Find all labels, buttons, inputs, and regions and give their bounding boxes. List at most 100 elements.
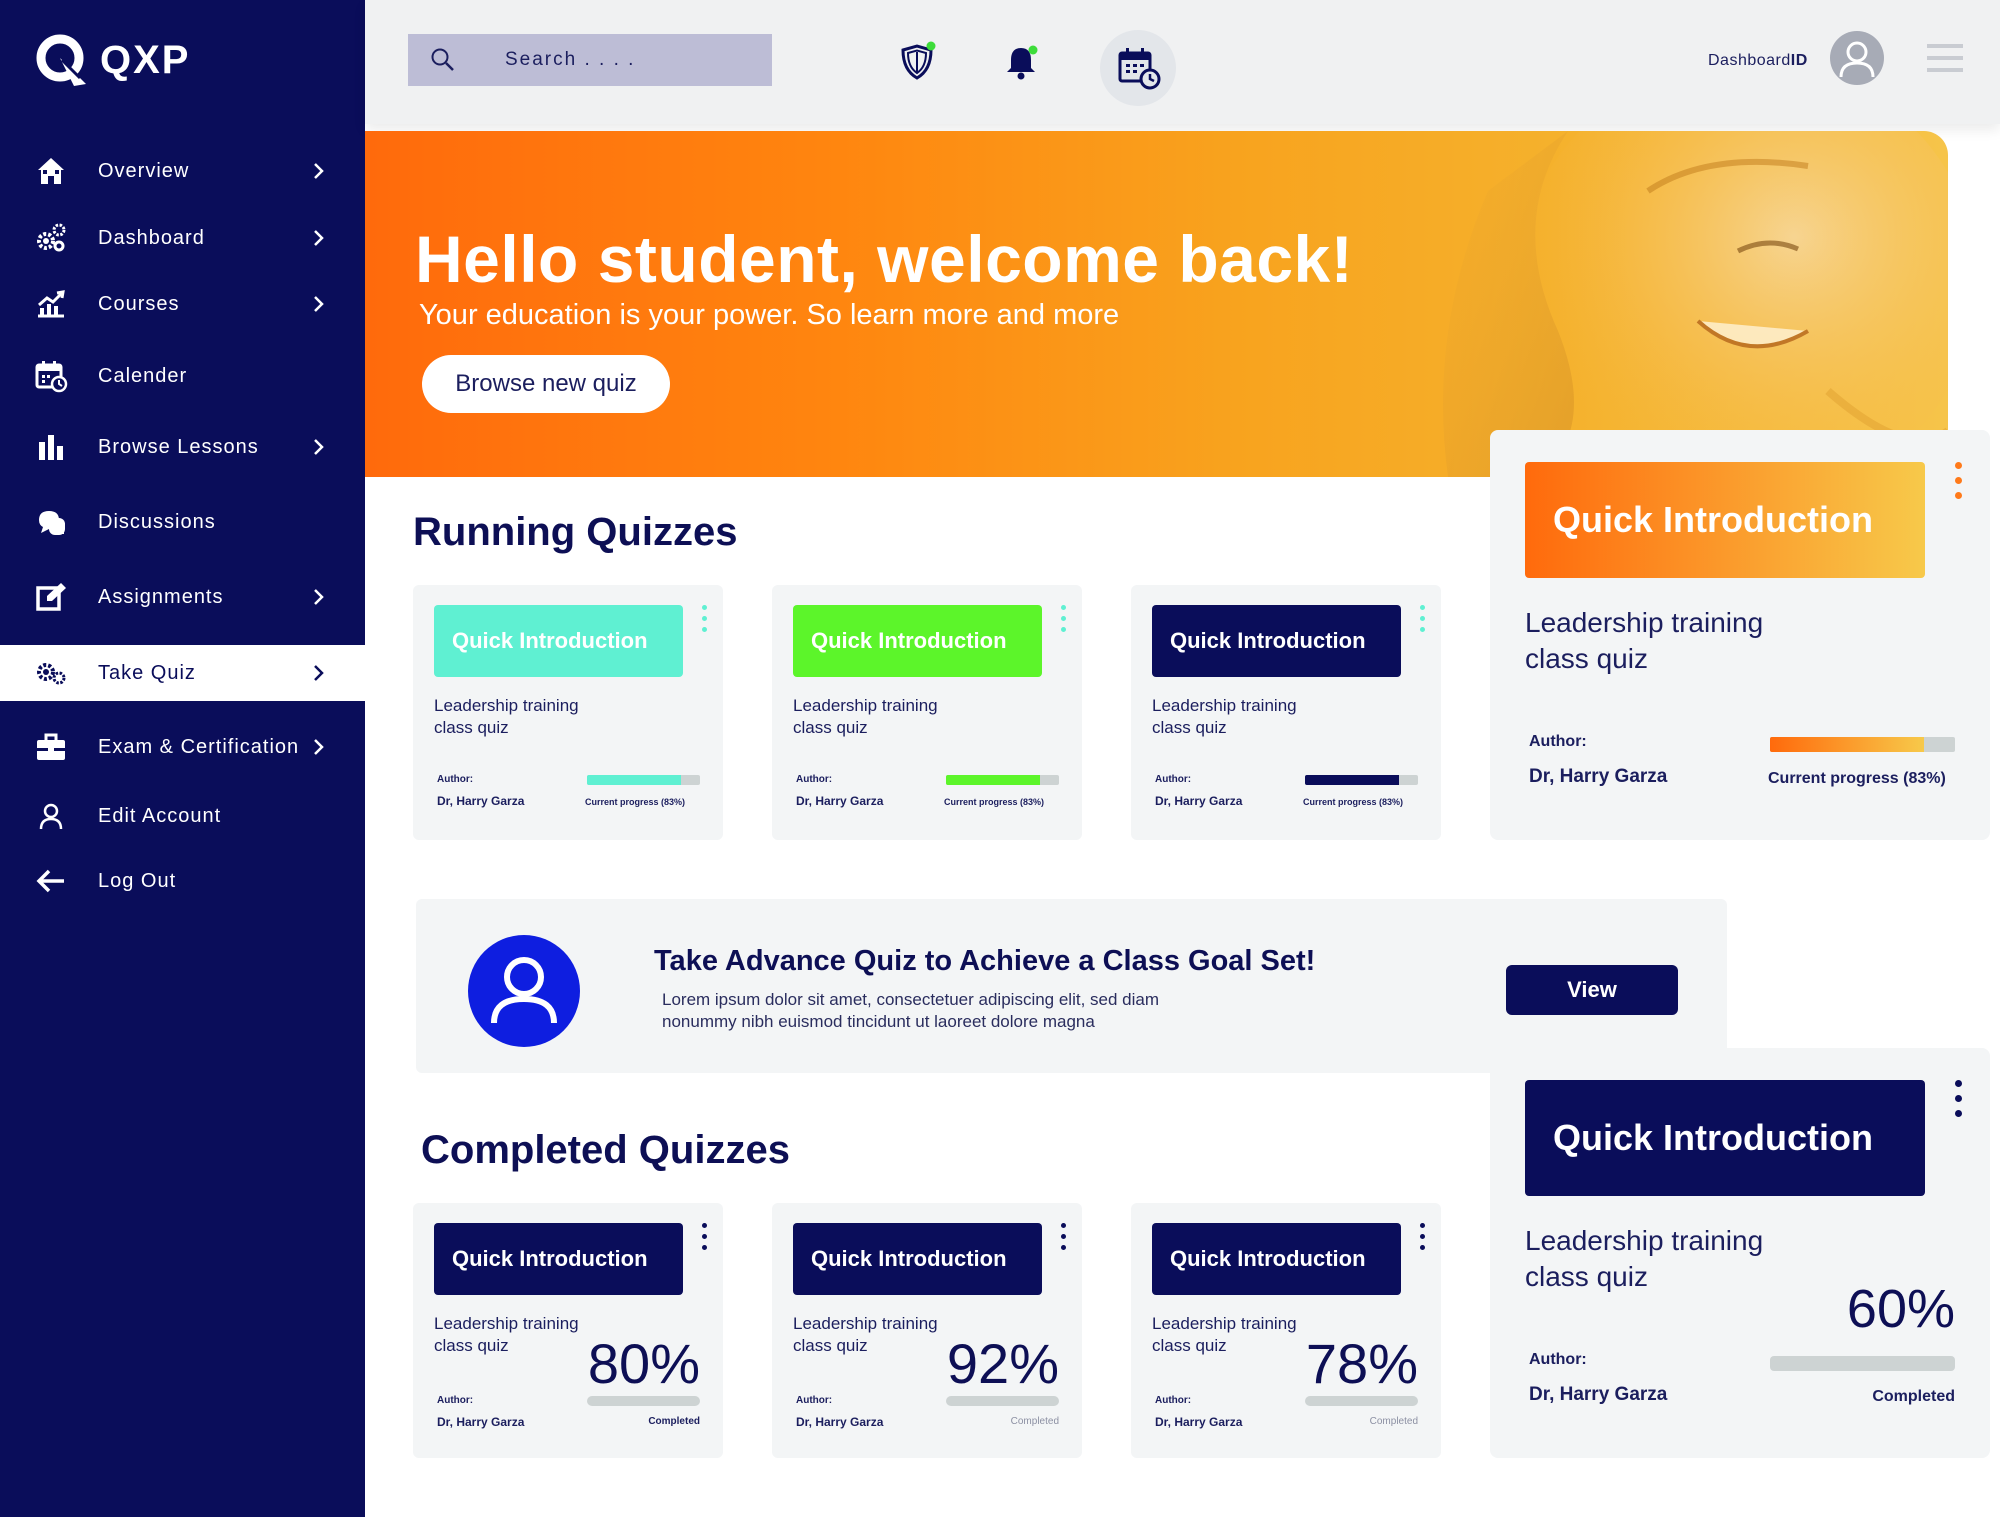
- quiz-card-title: Quick Introduction: [1525, 1080, 1925, 1196]
- quiz-card-description: Leadership training class quiz: [1152, 1314, 1297, 1355]
- sidebar-item-label: Courses: [98, 292, 180, 315]
- sidebar-item-label: Exam & Certification: [98, 735, 300, 758]
- quiz-card-title: Quick Introduction: [434, 605, 683, 677]
- quiz-card-description: Leadership training class quiz: [793, 1314, 938, 1355]
- score-percent: 80%: [587, 1332, 700, 1395]
- dashboard-id-label: DashboardID: [1708, 52, 1808, 70]
- author-label: Author:: [796, 774, 833, 785]
- more-options-icon[interactable]: [1955, 1080, 1963, 1130]
- progress-label: Current progress (83%): [585, 797, 686, 807]
- bell-icon[interactable]: [999, 40, 1043, 84]
- author-name: Dr, Harry Garza: [1529, 1384, 1668, 1405]
- completed-quiz-card[interactable]: Quick Introduction Leadership training c…: [772, 1203, 1082, 1458]
- more-options-icon[interactable]: [1061, 1223, 1067, 1253]
- more-options-icon[interactable]: [1955, 462, 1963, 512]
- progress-label: Current progress (83%): [944, 797, 1045, 807]
- featured-running-quiz-card[interactable]: Quick Introduction Leadership training c…: [1490, 430, 1990, 840]
- chevron-right-icon: [314, 163, 324, 179]
- running-quiz-card[interactable]: Quick Introduction Leadership training c…: [413, 585, 723, 840]
- quiz-card-description: Leadership training class quiz: [1525, 607, 1764, 674]
- sidebar-item-discussions[interactable]: Discussions: [0, 494, 365, 550]
- sidebar-item-label: Take Quiz: [98, 661, 196, 684]
- sidebar-item-label: Discussions: [98, 510, 216, 533]
- advance-quiz-promo: Take Advance Quiz to Achieve a Class Goa…: [416, 899, 1727, 1073]
- sidebar-item-courses[interactable]: Courses: [0, 276, 365, 332]
- sidebar-item-label: Browse Lessons: [98, 435, 259, 458]
- completion-bar: [587, 1396, 700, 1406]
- browse-new-quiz-button[interactable]: Browse new quiz: [422, 355, 670, 413]
- chevron-right-icon: [314, 739, 324, 755]
- author-label: Author:: [1155, 1395, 1192, 1406]
- view-button[interactable]: View: [1506, 965, 1678, 1015]
- completed-quiz-card[interactable]: Quick Introduction Leadership training c…: [1131, 1203, 1441, 1458]
- chevron-right-icon: [314, 230, 324, 246]
- sidebar-item-dashboard[interactable]: Dashboard: [0, 210, 365, 266]
- score-percent: 60%: [1846, 1279, 1955, 1339]
- completion-bar: [946, 1396, 1059, 1406]
- chevron-right-icon: [314, 296, 324, 312]
- arrow-left-icon: [34, 864, 68, 898]
- sidebar-item-browse-lessons[interactable]: Browse Lessons: [0, 419, 365, 475]
- calendar-button[interactable]: [1100, 30, 1176, 106]
- brand-logo[interactable]: QXP: [34, 32, 190, 88]
- completed-quiz-card[interactable]: Quick Introduction Leadership training c…: [413, 1203, 723, 1458]
- sidebar-item-overview[interactable]: Overview: [0, 143, 365, 199]
- banner-title: Hello student, welcome back!: [415, 222, 1354, 296]
- featured-completed-quiz-card[interactable]: Quick Introduction Leadership training c…: [1490, 1048, 1990, 1458]
- status-label: Completed: [1872, 1388, 1955, 1405]
- student-photo: [1443, 131, 1948, 477]
- dashboard-id: ID: [1790, 52, 1808, 69]
- quiz-card-description: Leadership training class quiz: [1152, 696, 1297, 737]
- more-options-icon[interactable]: [1420, 605, 1426, 635]
- progress-bar: [587, 775, 700, 785]
- search-input[interactable]: Search . . . .: [408, 34, 772, 86]
- user-icon: [34, 799, 68, 833]
- running-quizzes-title: Running Quizzes: [413, 510, 738, 554]
- sidebar-item-calender[interactable]: Calender: [0, 348, 365, 404]
- sidebar-item-log-out[interactable]: Log Out: [0, 853, 365, 909]
- progress-bar-fill: [587, 775, 681, 785]
- more-options-icon[interactable]: [702, 605, 708, 635]
- bar-chart-icon: [34, 430, 68, 464]
- running-quiz-card[interactable]: Quick Introduction Leadership training c…: [772, 585, 1082, 840]
- completion-bar: [1305, 1396, 1418, 1406]
- hamburger-menu-icon[interactable]: [1927, 44, 1963, 74]
- edit-icon: [34, 580, 68, 614]
- more-options-icon[interactable]: [702, 1223, 708, 1253]
- brand-name: QXP: [100, 37, 191, 82]
- quiz-card-title: Quick Introduction: [793, 605, 1042, 677]
- author-label: Author:: [1529, 1351, 1587, 1368]
- progress-label: Current progress (83%): [1303, 797, 1404, 807]
- gears-icon: [34, 656, 68, 690]
- running-quiz-card[interactable]: Quick Introduction Leadership training c…: [1131, 585, 1441, 840]
- progress-bar: [946, 775, 1059, 785]
- sidebar-item-take-quiz[interactable]: Take Quiz: [0, 645, 365, 701]
- quiz-card-description: Leadership training class quiz: [793, 696, 938, 737]
- user-icon: [491, 957, 557, 1024]
- search-placeholder: Search . . . .: [505, 49, 636, 70]
- sidebar-item-assignments[interactable]: Assignments: [0, 569, 365, 625]
- completion-bar: [1770, 1356, 1955, 1371]
- welcome-banner: Hello student, welcome back! Your educat…: [365, 131, 1948, 477]
- avatar[interactable]: [1830, 31, 1884, 85]
- sidebar-item-edit-account[interactable]: Edit Account: [0, 788, 365, 844]
- shield-icon[interactable]: [895, 40, 939, 84]
- sidebar-item-label: Edit Account: [98, 804, 222, 827]
- sidebar: QXP Overview Dashboard Courses Calender …: [0, 0, 365, 1517]
- sidebar-item-label: Calender: [98, 364, 188, 387]
- more-options-icon[interactable]: [1061, 605, 1067, 635]
- chevron-right-icon: [314, 589, 324, 605]
- author-label: Author:: [1155, 774, 1192, 785]
- author-label: Author:: [437, 774, 474, 785]
- author-name: Dr, Harry Garza: [1529, 766, 1668, 787]
- completed-quizzes-title: Completed Quizzes: [421, 1128, 790, 1172]
- more-options-icon[interactable]: [1420, 1223, 1426, 1253]
- progress-label: Current progress (83%): [1768, 770, 1946, 787]
- author-name: Dr, Harry Garza: [1155, 1415, 1243, 1429]
- sidebar-item-label: Overview: [98, 159, 190, 182]
- progress-bar-fill: [1305, 775, 1399, 785]
- sidebar-item-label: Assignments: [98, 585, 224, 608]
- status-label: Completed: [1369, 1416, 1418, 1427]
- quiz-card-title: Quick Introduction: [793, 1223, 1042, 1295]
- sidebar-item-exam-certification[interactable]: Exam & Certification: [0, 719, 365, 775]
